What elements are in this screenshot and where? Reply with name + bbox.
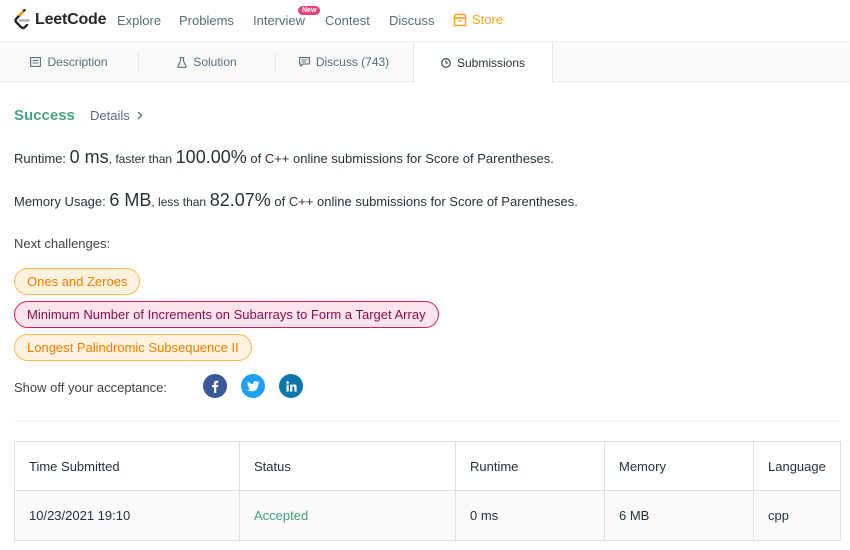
memory-stat: Memory Usage: 6 MB, less than 82.07% of …: [14, 190, 578, 211]
details-label: Details: [90, 108, 130, 123]
leetcode-logo-icon: [14, 9, 30, 30]
nav-interview[interactable]: Interview: [253, 13, 305, 28]
cell-memory: 6 MB: [605, 491, 754, 540]
challenge-chip[interactable]: Minimum Number of Increments on Subarray…: [14, 301, 439, 328]
header-memory[interactable]: Memory: [605, 442, 754, 490]
cell-status-accepted[interactable]: Accepted: [240, 491, 456, 540]
linkedin-share-button[interactable]: [279, 374, 303, 398]
problem-tabs: Description Solution Discuss (743) Submi…: [0, 42, 850, 83]
nav-discuss[interactable]: Discuss: [389, 13, 435, 28]
flask-icon: [177, 56, 188, 68]
chevron-right-icon: [137, 111, 143, 120]
table-header-row: Time Submitted Status Runtime Memory Lan…: [15, 442, 840, 491]
table-row: 10/23/2021 19:10 Accepted 0 ms 6 MB cpp: [15, 491, 840, 540]
header-time-submitted[interactable]: Time Submitted: [15, 442, 240, 490]
cell-runtime: 0 ms: [456, 491, 605, 540]
divider: [14, 420, 840, 421]
runtime-value: 0 ms: [69, 147, 109, 167]
challenge-chip[interactable]: Ones and Zeroes: [14, 268, 141, 295]
tab-discuss[interactable]: Discuss (743): [275, 42, 413, 82]
runtime-percent: 100.00%: [175, 147, 247, 167]
submissions-table: Time Submitted Status Runtime Memory Lan…: [14, 441, 841, 541]
nav-problems[interactable]: Problems: [179, 13, 234, 28]
description-icon: [30, 57, 42, 67]
runtime-faster-text: , faster than: [108, 152, 173, 166]
store-icon: [453, 13, 467, 26]
runtime-suffix: of C++ online submissions for Score of P…: [250, 151, 554, 166]
memory-label: Memory Usage:: [14, 194, 106, 209]
logo-text: LeetCode: [35, 11, 107, 28]
leetcode-logo[interactable]: LeetCode: [13, 8, 107, 32]
memory-value: 6 MB: [109, 190, 152, 210]
top-navbar: LeetCode Explore Problems Interview New …: [0, 0, 850, 42]
next-challenges-label: Next challenges:: [14, 236, 111, 251]
facebook-icon: [212, 380, 219, 393]
twitter-share-button[interactable]: [241, 374, 265, 398]
tab-submissions-label: Submissions: [456, 55, 526, 70]
twitter-icon: [246, 380, 260, 391]
nav-explore[interactable]: Explore: [117, 13, 161, 28]
cell-language: cpp: [768, 508, 789, 523]
header-status[interactable]: Status: [240, 442, 456, 490]
runtime-label: Runtime:: [14, 151, 67, 166]
linkedin-icon: [285, 380, 297, 392]
nav-store[interactable]: Store: [453, 12, 503, 27]
clock-icon: [441, 57, 451, 68]
memory-suffix: of C++ online submissions for Score of P…: [274, 194, 578, 209]
memory-percent: 82.07%: [209, 190, 271, 210]
store-label: Store: [472, 12, 504, 27]
memory-less-text: , less than: [151, 195, 207, 209]
new-badge: New: [298, 6, 321, 15]
challenge-chip[interactable]: Longest Palindromic Subsequence II: [14, 334, 252, 361]
success-status: Success: [14, 107, 75, 124]
header-runtime[interactable]: Runtime: [456, 442, 605, 490]
share-label: Show off your acceptance:: [14, 380, 167, 395]
tab-submissions[interactable]: Submissions: [413, 42, 553, 83]
tab-description[interactable]: Description: [0, 42, 138, 82]
tab-solution[interactable]: Solution: [138, 42, 276, 82]
details-link[interactable]: Details: [90, 108, 143, 123]
runtime-stat: Runtime: 0 ms, faster than 100.00% of C+…: [14, 147, 554, 168]
comment-icon: [298, 57, 310, 67]
header-language[interactable]: Language: [754, 442, 842, 490]
tab-solution-label: Solution: [193, 55, 237, 69]
tab-discuss-label: Discuss (743): [315, 55, 390, 69]
cell-time-submitted: 10/23/2021 19:10: [15, 491, 240, 540]
tab-description-label: Description: [47, 55, 108, 69]
nav-contest[interactable]: Contest: [325, 13, 370, 28]
facebook-share-button[interactable]: [203, 374, 227, 398]
